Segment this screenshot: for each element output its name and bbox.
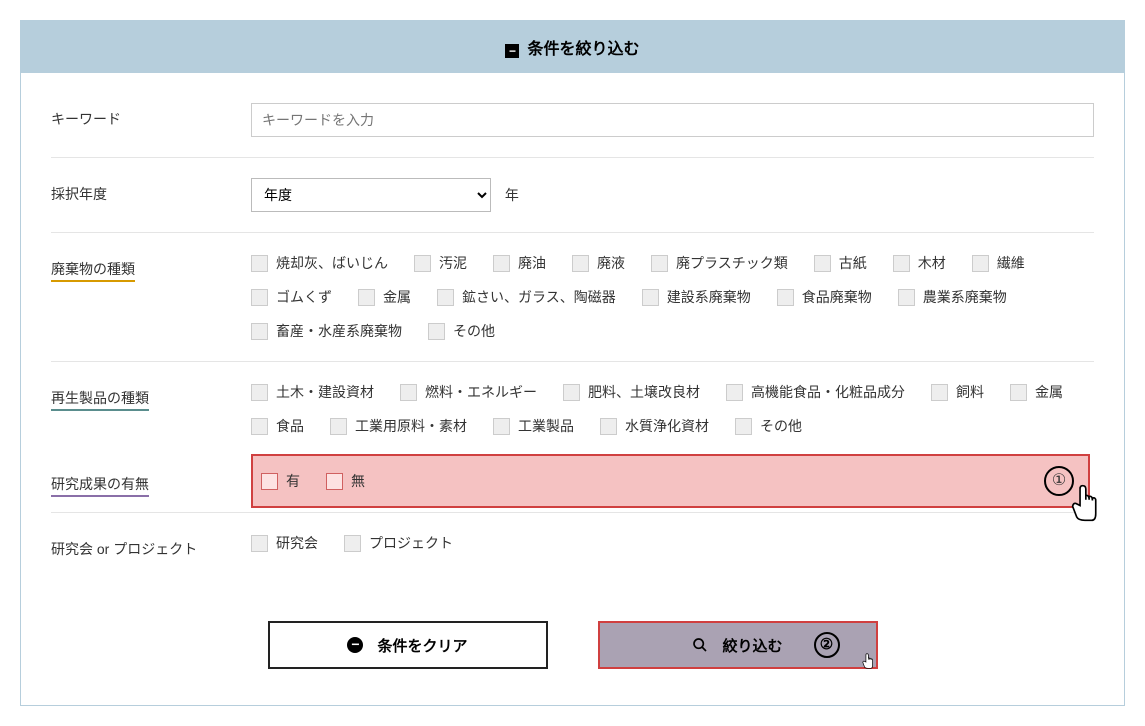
checkbox-waste-13[interactable]: 農業系廃棄物 bbox=[898, 287, 1007, 307]
checkbox-waste-4[interactable]: 廃プラスチック類 bbox=[651, 253, 788, 273]
year-select[interactable]: 年度 bbox=[251, 178, 491, 212]
label-project-type: 研究会 or プロジェクト bbox=[51, 533, 251, 559]
panel-body: キーワード 採択年度 年度 年 廃棄物の種類 焼却灰、ばいじん 汚泥 廃油 廃液 廃プラ… bbox=[21, 73, 1124, 705]
row-keyword: キーワード bbox=[51, 97, 1094, 158]
cursor-icon bbox=[860, 653, 876, 669]
checkbox-results-no[interactable]: 無 bbox=[326, 471, 365, 491]
row-waste-type: 廃棄物の種類 焼却灰、ばいじん 汚泥 廃油 廃液 廃プラスチック類 古紙 木材 繊維ゴムくず 金… bbox=[51, 233, 1094, 362]
search-button[interactable]: 絞り込む ② bbox=[598, 621, 878, 669]
button-row: − 条件をクリア 絞り込む ② bbox=[51, 621, 1094, 669]
checkbox-recycled-4[interactable]: 飼料 bbox=[931, 382, 984, 402]
clear-button[interactable]: − 条件をクリア bbox=[268, 621, 548, 669]
row-recycled-type: 再生製品の種類 土木・建設資材 燃料・エネルギー 肥料、土壌改良材 高機能食品・化粧品… bbox=[51, 362, 1094, 450]
label-recycled-type: 再生製品の種類 bbox=[51, 382, 251, 408]
keyword-input[interactable] bbox=[251, 103, 1094, 137]
filter-panel: −条件を絞り込む キーワード 採択年度 年度 年 廃棄物の種類 焼却灰、ばいじん… bbox=[20, 20, 1125, 706]
checkbox-waste-10[interactable]: 鉱さい、ガラス、陶磁器 bbox=[437, 287, 616, 307]
checkbox-waste-15[interactable]: その他 bbox=[428, 321, 495, 341]
checkbox-waste-8[interactable]: ゴムくず bbox=[251, 287, 332, 307]
checkbox-waste-2[interactable]: 廃油 bbox=[493, 253, 546, 273]
checkbox-recycled-0[interactable]: 土木・建設資材 bbox=[251, 382, 374, 402]
checkbox-recycled-6[interactable]: 食品 bbox=[251, 416, 304, 436]
checkbox-waste-7[interactable]: 繊維 bbox=[972, 253, 1025, 273]
checkbox-recycled-2[interactable]: 肥料、土壌改良材 bbox=[563, 382, 700, 402]
checkbox-recycled-1[interactable]: 燃料・エネルギー bbox=[400, 382, 537, 402]
checkbox-recycled-7[interactable]: 工業用原料・素材 bbox=[330, 416, 467, 436]
checkbox-recycled-9[interactable]: 水質浄化資材 bbox=[600, 416, 709, 436]
checkbox-recycled-8[interactable]: 工業製品 bbox=[493, 416, 574, 436]
panel-header[interactable]: −条件を絞り込む bbox=[21, 21, 1124, 73]
checkbox-project[interactable]: プロジェクト bbox=[344, 533, 453, 553]
checkbox-waste-12[interactable]: 食品廃棄物 bbox=[777, 287, 872, 307]
waste-type-checkboxes: 焼却灰、ばいじん 汚泥 廃油 廃液 廃プラスチック類 古紙 木材 繊維ゴムくず 金属 鉱さい、ガラ… bbox=[251, 253, 1094, 341]
checkbox-recycled-10[interactable]: その他 bbox=[735, 416, 802, 436]
checkbox-waste-9[interactable]: 金属 bbox=[358, 287, 411, 307]
row-year: 採択年度 年度 年 bbox=[51, 158, 1094, 233]
row-project-type: 研究会 or プロジェクト 研究会 プロジェクト bbox=[51, 513, 1094, 579]
panel-title: 条件を絞り込む bbox=[527, 41, 639, 58]
label-results: 研究成果の有無 bbox=[51, 468, 251, 494]
label-keyword: キーワード bbox=[51, 103, 251, 129]
checkbox-waste-1[interactable]: 汚泥 bbox=[414, 253, 467, 273]
checkbox-waste-0[interactable]: 焼却灰、ばいじん bbox=[251, 253, 388, 273]
minus-icon: − bbox=[347, 637, 363, 653]
annotation-badge-2: ② bbox=[814, 632, 840, 658]
checkbox-waste-11[interactable]: 建設系廃棄物 bbox=[642, 287, 751, 307]
checkbox-kenkyukai[interactable]: 研究会 bbox=[251, 533, 318, 553]
label-year: 採択年度 bbox=[51, 178, 251, 204]
checkbox-waste-3[interactable]: 廃液 bbox=[572, 253, 625, 273]
row-results: 研究成果の有無 有 無 ① bbox=[51, 450, 1094, 513]
checkbox-waste-6[interactable]: 木材 bbox=[893, 253, 946, 273]
checkbox-waste-5[interactable]: 古紙 bbox=[814, 253, 867, 273]
checkbox-recycled-3[interactable]: 高機能食品・化粧品成分 bbox=[726, 382, 905, 402]
label-waste-type: 廃棄物の種類 bbox=[51, 253, 251, 279]
collapse-icon: − bbox=[505, 44, 519, 58]
checkbox-waste-14[interactable]: 畜産・水産系廃棄物 bbox=[251, 321, 402, 341]
checkbox-results-yes[interactable]: 有 bbox=[261, 471, 300, 491]
search-icon bbox=[692, 637, 708, 653]
checkbox-recycled-5[interactable]: 金属 bbox=[1010, 382, 1063, 402]
year-suffix: 年 bbox=[505, 187, 519, 203]
cursor-icon bbox=[1068, 484, 1102, 522]
recycled-type-checkboxes: 土木・建設資材 燃料・エネルギー 肥料、土壌改良材 高機能食品・化粧品成分 飼料 金属食品… bbox=[251, 382, 1094, 436]
